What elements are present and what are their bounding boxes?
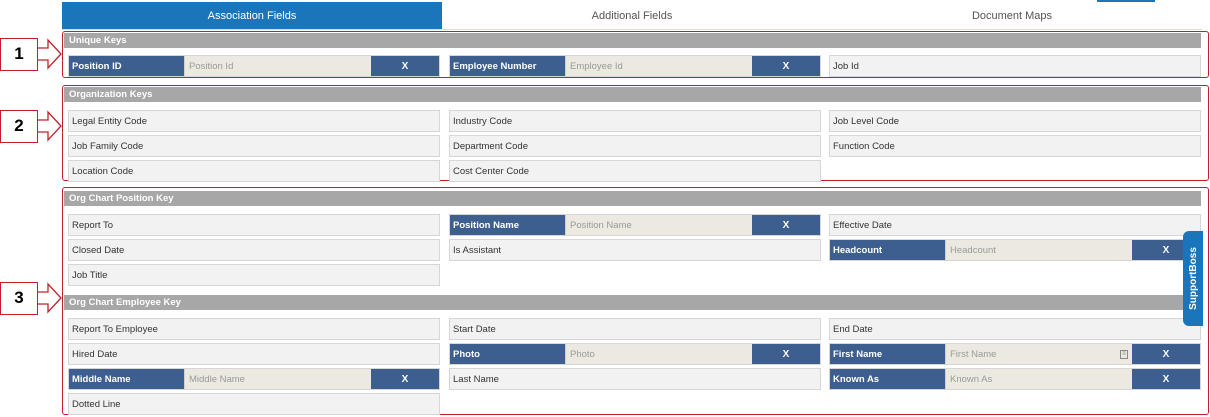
field-hired-date[interactable]: Hired Date	[68, 343, 440, 365]
mapping-label: Middle Name	[69, 369, 184, 389]
mapping-label: First Name	[830, 344, 945, 364]
remove-button[interactable]: X	[752, 344, 820, 364]
first-name-placeholder: First Name	[950, 348, 997, 360]
remove-button[interactable]: X	[1132, 369, 1200, 389]
field-job-level-code[interactable]: Job Level Code	[829, 110, 1201, 132]
section-header-unique-keys: Unique Keys	[64, 33, 1201, 48]
field-industry-code[interactable]: Industry Code	[449, 110, 821, 132]
known-as-input[interactable]: Known As	[945, 369, 1132, 389]
known-as-mapping: Known As Known As X	[829, 368, 1201, 390]
remove-button[interactable]: X	[1132, 344, 1200, 364]
first-name-mapping: First Name First Name ≡ X	[829, 343, 1201, 365]
tab-additional-fields[interactable]: Additional Fields	[442, 2, 822, 30]
mapping-label: Position ID	[69, 56, 184, 76]
field-report-to[interactable]: Report To	[68, 214, 440, 236]
field-effective-date[interactable]: Effective Date	[829, 214, 1201, 236]
field-closed-date[interactable]: Closed Date	[68, 239, 440, 261]
document-icon[interactable]: ≡	[1120, 350, 1128, 359]
mapping-label: Headcount	[830, 240, 945, 260]
field-job-family-code[interactable]: Job Family Code	[68, 135, 440, 157]
mapping-label: Position Name	[450, 215, 565, 235]
field-report-to-employee[interactable]: Report To Employee	[68, 318, 440, 340]
mapping-label: Employee Number	[450, 56, 565, 76]
photo-mapping: Photo Photo X	[449, 343, 821, 365]
mapping-label: Known As	[830, 369, 945, 389]
section-header-organization-keys: Organization Keys	[64, 87, 1201, 102]
section-header-org-chart-position-key: Org Chart Position Key	[64, 191, 1201, 206]
field-job-id[interactable]: Job Id	[829, 55, 1201, 77]
field-dotted-line[interactable]: Dotted Line	[68, 393, 440, 415]
callout-number: 2	[0, 109, 38, 143]
field-end-date[interactable]: End Date	[829, 318, 1201, 340]
position-id-input[interactable]: Position Id	[184, 56, 371, 76]
callout-number: 1	[0, 37, 38, 71]
tab-association-fields[interactable]: Association Fields	[62, 2, 442, 30]
headcount-mapping: Headcount Headcount X	[829, 239, 1201, 261]
arrow-right-icon	[38, 38, 62, 70]
first-name-input[interactable]: First Name ≡	[945, 344, 1132, 364]
callout-number: 3	[0, 281, 38, 315]
headcount-input[interactable]: Headcount	[945, 240, 1132, 260]
tab-document-maps[interactable]: Document Maps	[822, 2, 1202, 30]
remove-button[interactable]: X	[371, 369, 439, 389]
remove-button[interactable]: X	[371, 56, 439, 76]
field-start-date[interactable]: Start Date	[449, 318, 821, 340]
remove-button[interactable]: X	[752, 215, 820, 235]
position-id-mapping: Position ID Position Id X	[68, 55, 440, 77]
employee-number-input[interactable]: Employee Id	[565, 56, 752, 76]
callout-3: 3	[0, 281, 62, 315]
mapping-label: Photo	[450, 344, 565, 364]
remove-button[interactable]: X	[752, 56, 820, 76]
callout-1: 1	[0, 37, 62, 71]
tab-divider	[62, 29, 1202, 30]
callout-2: 2	[0, 109, 62, 143]
page: Association Fields Additional Fields Doc…	[0, 0, 1210, 417]
section-header-org-chart-employee-key: Org Chart Employee Key	[64, 295, 1201, 310]
field-location-code[interactable]: Location Code	[68, 160, 440, 182]
field-function-code[interactable]: Function Code	[829, 135, 1201, 157]
support-tab[interactable]: SupportBoss	[1183, 231, 1203, 326]
tab-bar: Association Fields Additional Fields Doc…	[62, 2, 1202, 30]
middle-name-input[interactable]: Middle Name	[184, 369, 371, 389]
arrow-right-icon	[38, 110, 62, 142]
field-legal-entity-code[interactable]: Legal Entity Code	[68, 110, 440, 132]
support-tab-label: SupportBoss	[1187, 247, 1199, 310]
field-department-code[interactable]: Department Code	[449, 135, 821, 157]
field-is-assistant[interactable]: Is Assistant	[449, 239, 821, 261]
photo-input[interactable]: Photo	[565, 344, 752, 364]
field-last-name[interactable]: Last Name	[449, 368, 821, 390]
field-job-title[interactable]: Job Title	[68, 264, 440, 286]
middle-name-mapping: Middle Name Middle Name X	[68, 368, 440, 390]
employee-number-mapping: Employee Number Employee Id X	[449, 55, 821, 77]
field-cost-center-code[interactable]: Cost Center Code	[449, 160, 821, 182]
arrow-right-icon	[38, 282, 62, 314]
position-name-mapping: Position Name Position Name X	[449, 214, 821, 236]
position-name-input[interactable]: Position Name	[565, 215, 752, 235]
